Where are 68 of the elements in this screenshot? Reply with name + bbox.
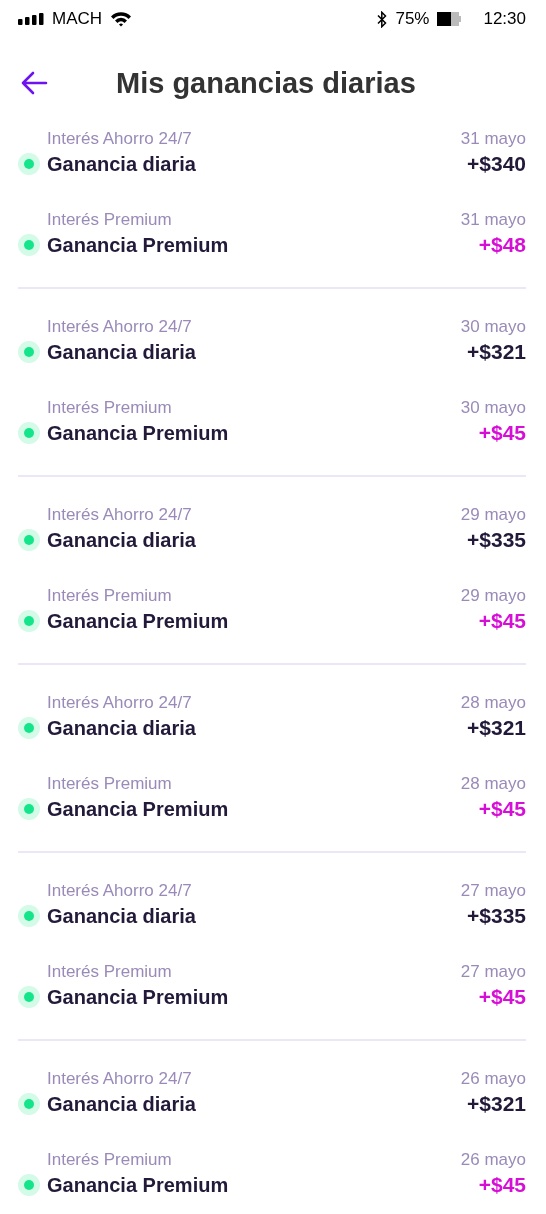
page-title: Mis ganancias diarias <box>116 66 416 100</box>
status-dot-icon <box>18 422 40 444</box>
earning-source: Interés Premium <box>47 962 172 982</box>
wifi-icon <box>110 11 133 27</box>
status-dot-icon <box>18 153 40 175</box>
earning-amount: +$335 <box>467 528 526 552</box>
earning-amount: +$45 <box>478 421 526 445</box>
earning-title: Ganancia Premium <box>47 985 229 1009</box>
earning-title: Ganancia diaria <box>47 1092 196 1116</box>
earning-date: 30 mayo <box>460 317 526 337</box>
earning-date: 29 mayo <box>460 586 526 606</box>
earning-title: Ganancia Premium <box>47 797 229 821</box>
status-dot-icon <box>18 1093 40 1115</box>
status-dot-icon <box>18 798 40 820</box>
status-dot-icon <box>18 717 40 739</box>
earning-title: Ganancia diaria <box>47 152 196 176</box>
status-dot-icon <box>18 341 40 363</box>
earning-source: Interés Premium <box>47 586 172 606</box>
earning-title: Ganancia diaria <box>47 904 196 928</box>
bluetooth-icon <box>377 10 388 28</box>
earning-date: 27 mayo <box>460 881 526 901</box>
earning-title: Ganancia diaria <box>47 340 196 364</box>
earning-title: Ganancia Premium <box>47 233 229 257</box>
status-dot-icon <box>18 610 40 632</box>
status-dot-icon <box>18 234 40 256</box>
earning-date: 28 mayo <box>460 693 526 713</box>
earning-title: Ganancia Premium <box>47 1173 229 1197</box>
status-dot-icon <box>18 1174 40 1196</box>
clock-time: 12:30 <box>483 9 526 29</box>
earning-source: Interés Premium <box>47 398 172 418</box>
earning-source: Interés Ahorro 24/7 <box>47 881 192 901</box>
earning-title: Ganancia Premium <box>47 421 229 445</box>
earning-amount: +$321 <box>467 340 526 364</box>
earning-date: 31 mayo <box>460 129 526 149</box>
earning-source: Interés Ahorro 24/7 <box>47 1069 192 1089</box>
earning-amount: +$45 <box>478 609 526 633</box>
earning-source: Interés Premium <box>47 1150 172 1170</box>
status-dot-icon <box>18 529 40 551</box>
earning-amount: +$321 <box>467 716 526 740</box>
earning-date: 30 mayo <box>460 398 526 418</box>
earning-amount: +$45 <box>478 797 526 821</box>
earning-amount: +$45 <box>478 985 526 1009</box>
earning-date: 29 mayo <box>460 505 526 525</box>
earning-source: Interés Ahorro 24/7 <box>47 317 192 337</box>
earning-date: 27 mayo <box>460 962 526 982</box>
earning-amount: +$48 <box>478 233 526 257</box>
earning-date: 26 mayo <box>460 1069 526 1089</box>
status-dot-icon <box>18 905 40 927</box>
carrier-name: MACH <box>52 9 103 29</box>
earning-amount: +$340 <box>467 152 526 176</box>
earning-source: Interés Ahorro 24/7 <box>47 505 192 525</box>
earning-amount: +$335 <box>467 904 526 928</box>
earning-amount: +$321 <box>467 1092 526 1116</box>
signal-icon <box>18 13 44 25</box>
earning-amount: +$45 <box>478 1173 526 1197</box>
earning-source: Interés Premium <box>47 774 172 794</box>
earning-title: Ganancia Premium <box>47 609 229 633</box>
earning-date: 31 mayo <box>460 210 526 230</box>
battery-percent: 75% <box>395 9 430 29</box>
earning-title: Ganancia diaria <box>47 528 196 552</box>
earning-date: 26 mayo <box>460 1150 526 1170</box>
battery-icon <box>437 12 462 26</box>
status-dot-icon <box>18 986 40 1008</box>
earning-source: Interés Ahorro 24/7 <box>47 129 192 149</box>
earning-date: 28 mayo <box>460 774 526 794</box>
earning-title: Ganancia diaria <box>47 716 196 740</box>
earning-source: Interés Premium <box>47 210 172 230</box>
earning-source: Interés Ahorro 24/7 <box>47 693 192 713</box>
